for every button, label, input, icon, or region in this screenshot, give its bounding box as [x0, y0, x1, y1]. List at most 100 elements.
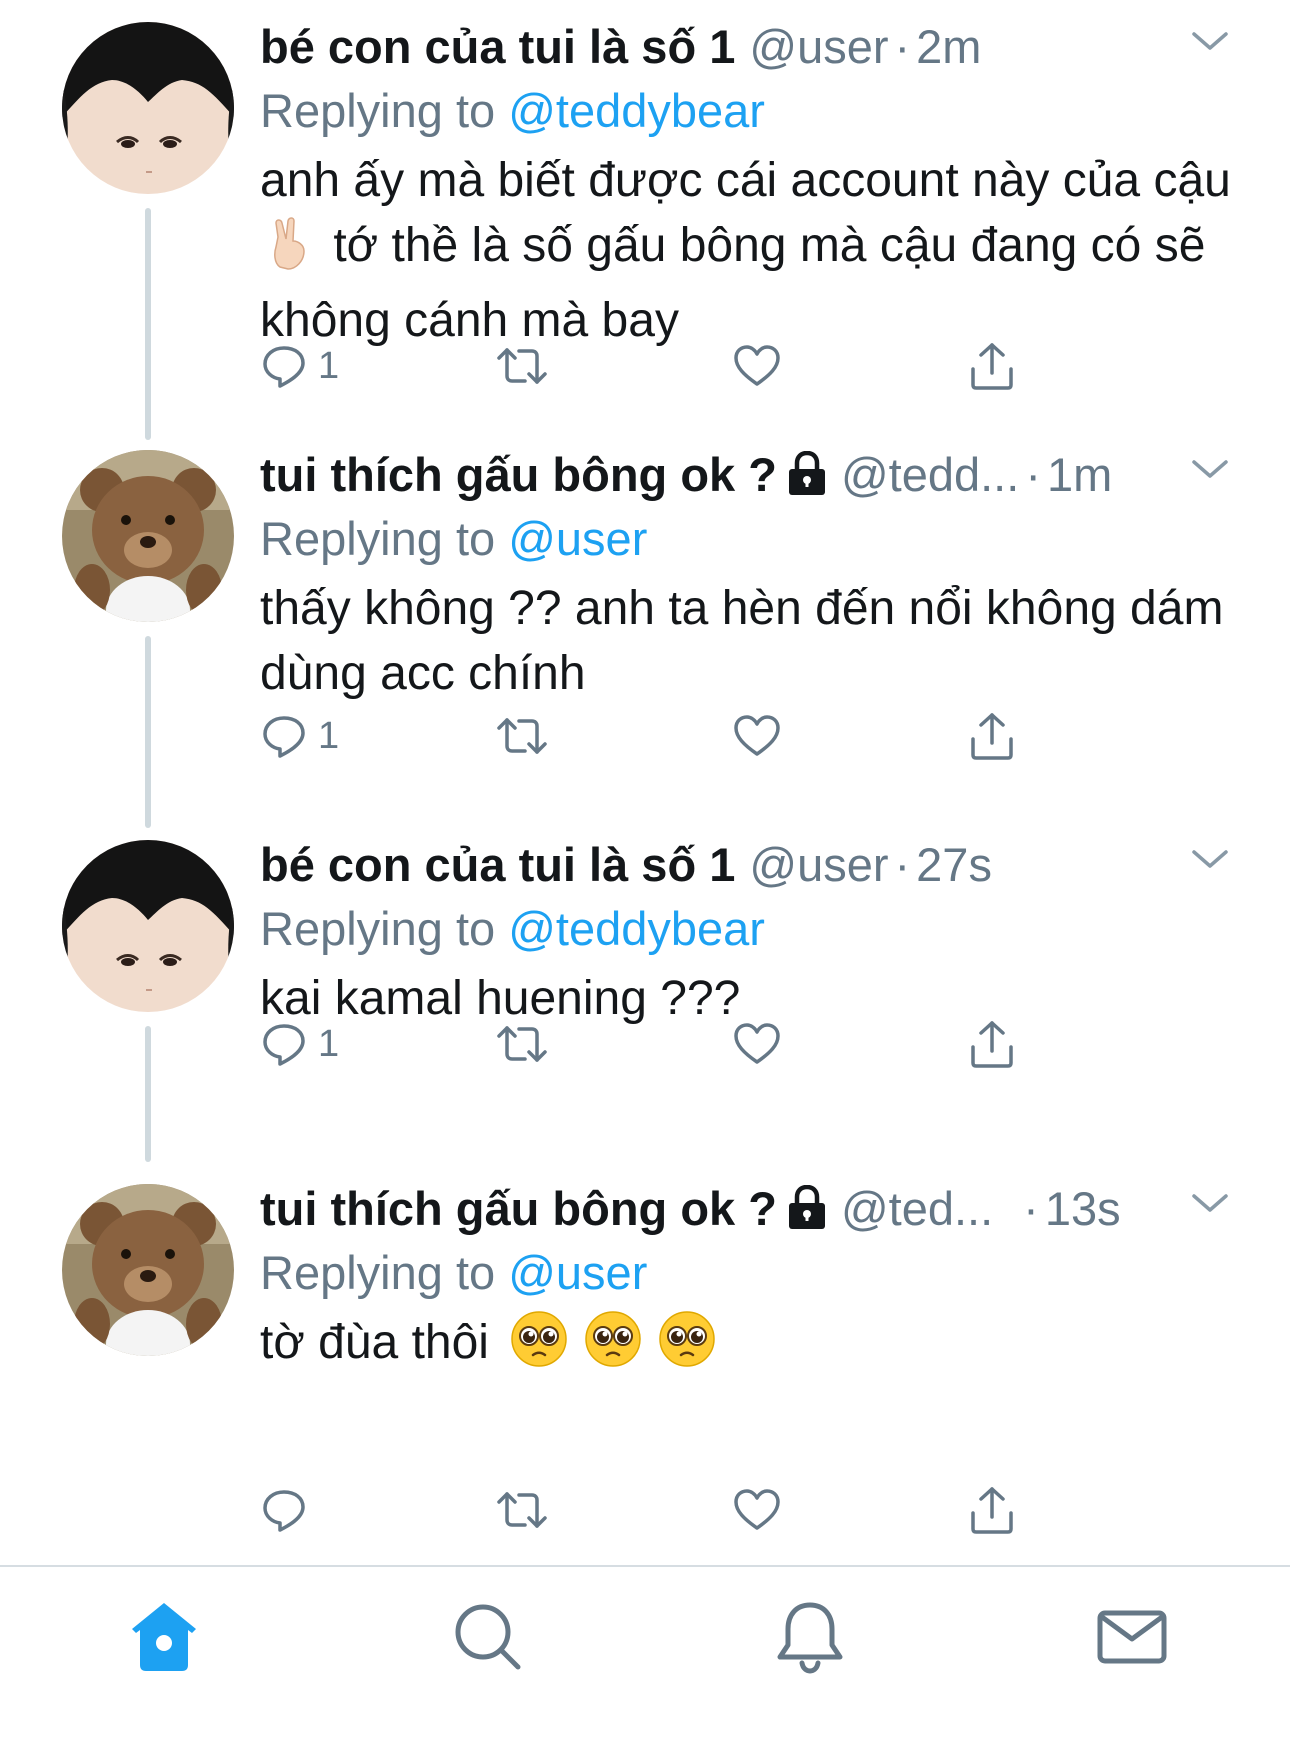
mention-link[interactable]: @teddybear: [508, 84, 765, 137]
timestamp[interactable]: 13s: [1045, 1182, 1121, 1235]
pleading-face-emoji: [584, 1310, 642, 1385]
replying-to: Replying to @teddybear: [260, 896, 765, 962]
reply-icon: [263, 1490, 305, 1532]
tweet-header: bé con của tui là số 1 @user · 2m: [260, 14, 981, 80]
retweet-button[interactable]: [495, 706, 549, 766]
home-icon: [132, 1603, 196, 1671]
like-button[interactable]: [732, 1480, 782, 1540]
share-button[interactable]: [968, 706, 1016, 766]
tweet-text: thấy không ?? anh ta hèn đến nổi không d…: [260, 582, 1224, 700]
user-handle[interactable]: @ted...: [841, 1182, 993, 1235]
share-icon: [971, 1487, 1013, 1534]
retweet-button[interactable]: [495, 336, 549, 396]
separator-dot: ·: [894, 838, 911, 891]
share-icon: [971, 343, 1013, 390]
retweet-icon: [497, 718, 547, 754]
pleading-face-emoji: [510, 1310, 568, 1385]
reply-count: 1: [318, 1022, 340, 1065]
pleading-face-emoji: [658, 1310, 716, 1385]
share-icon: [971, 1021, 1013, 1068]
retweet-icon: [497, 1492, 547, 1528]
bottom-tab-bar: [0, 1565, 1290, 1750]
tweet-actions: 1: [260, 336, 1060, 396]
user-handle[interactable]: @user: [749, 838, 888, 891]
display-name[interactable]: tui thích gấu bông ok ?: [260, 448, 777, 501]
share-button[interactable]: [968, 336, 1016, 396]
tweet-text-part: tớ thề là số gấu bông mà cậu đang có sẽ …: [260, 219, 1206, 347]
user-handle[interactable]: @user: [749, 20, 888, 73]
reply-icon: [263, 1024, 305, 1066]
tweet-text: tờ đùa thôi: [260, 1310, 1260, 1385]
avatar[interactable]: [62, 450, 234, 622]
chevron-down-icon[interactable]: [1190, 848, 1230, 872]
replying-to: Replying to @user: [260, 506, 647, 572]
reply-count: 1: [318, 714, 340, 757]
thread-connector: [145, 208, 151, 440]
reply-button[interactable]: [260, 1480, 318, 1540]
avatar-image: [62, 450, 234, 622]
user-handle[interactable]: @tedd...: [841, 448, 1019, 501]
avatar[interactable]: [62, 840, 234, 1012]
replying-label: Replying to: [260, 1246, 496, 1299]
retweet-icon: [497, 348, 547, 384]
replying-label: Replying to: [260, 512, 496, 565]
mention-link[interactable]: @user: [508, 1246, 647, 1299]
like-button[interactable]: [732, 1014, 782, 1074]
reply-count: 1: [318, 344, 340, 387]
tweet-header: bé con của tui là số 1 @user · 27s: [260, 832, 992, 898]
chevron-down-icon[interactable]: [1190, 1192, 1230, 1216]
separator-dot: ·: [1023, 1182, 1039, 1235]
tweet-header: tui thích gấu bông ok ? @ted... · 13s: [260, 1176, 1121, 1246]
display-name[interactable]: bé con của tui là số 1: [260, 838, 735, 891]
lock-icon: [787, 1180, 827, 1246]
heart-icon: [734, 1023, 780, 1064]
tab-home[interactable]: [124, 1597, 204, 1677]
tweet-actions: 1: [260, 706, 1060, 766]
chevron-down-icon[interactable]: [1190, 458, 1230, 482]
mention-link[interactable]: @teddybear: [508, 902, 765, 955]
chevron-down-icon[interactable]: [1190, 30, 1230, 54]
retweet-button[interactable]: [495, 1480, 549, 1540]
mention-link[interactable]: @user: [508, 512, 647, 565]
share-button[interactable]: [968, 1480, 1016, 1540]
retweet-icon: [497, 1026, 547, 1062]
timestamp[interactable]: 2m: [916, 20, 981, 73]
reply-button[interactable]: 1: [260, 1014, 339, 1074]
replying-to: Replying to @teddybear: [260, 78, 765, 144]
tweet-text-part: anh ấy mà biết được cái account này của …: [260, 154, 1231, 207]
notifications-icon: [777, 1602, 843, 1674]
heart-icon: [734, 1489, 780, 1530]
tab-messages[interactable]: [1092, 1597, 1172, 1677]
like-button[interactable]: [732, 706, 782, 766]
avatar[interactable]: [62, 1184, 234, 1356]
avatar-image: [62, 22, 234, 194]
retweet-button[interactable]: [495, 1014, 549, 1074]
reply-button[interactable]: 1: [260, 706, 339, 766]
messages-icon: [1097, 1610, 1167, 1664]
tweet-text-part: tờ đùa thôi: [260, 1316, 489, 1369]
victory-hand-emoji: [268, 217, 312, 288]
timestamp[interactable]: 27s: [916, 838, 992, 891]
tweet-actions: 1: [260, 1014, 1060, 1074]
avatar-image: [62, 840, 234, 1012]
display-name[interactable]: bé con của tui là số 1: [260, 20, 735, 73]
tweet-text: anh ấy mà biết được cái account này của …: [260, 148, 1260, 353]
timestamp[interactable]: 1m: [1047, 448, 1112, 501]
heart-icon: [734, 345, 780, 386]
heart-icon: [734, 715, 780, 756]
replying-to: Replying to @user: [260, 1240, 647, 1306]
separator-dot: ·: [894, 20, 911, 73]
avatar[interactable]: [62, 22, 234, 194]
like-button[interactable]: [732, 336, 782, 396]
display-name[interactable]: tui thích gấu bông ok ?: [260, 1182, 777, 1235]
reply-button[interactable]: 1: [260, 336, 339, 396]
tab-notifications[interactable]: [770, 1597, 850, 1677]
lock-icon: [787, 446, 827, 512]
tab-search[interactable]: [448, 1597, 528, 1677]
thread-connector: [145, 636, 151, 828]
share-button[interactable]: [968, 1014, 1016, 1074]
tweet-header: tui thích gấu bông ok ? @tedd... · 1m: [260, 442, 1112, 512]
avatar-image: [62, 1184, 234, 1356]
tweet-actions: [260, 1480, 1060, 1540]
replying-label: Replying to: [260, 84, 496, 137]
